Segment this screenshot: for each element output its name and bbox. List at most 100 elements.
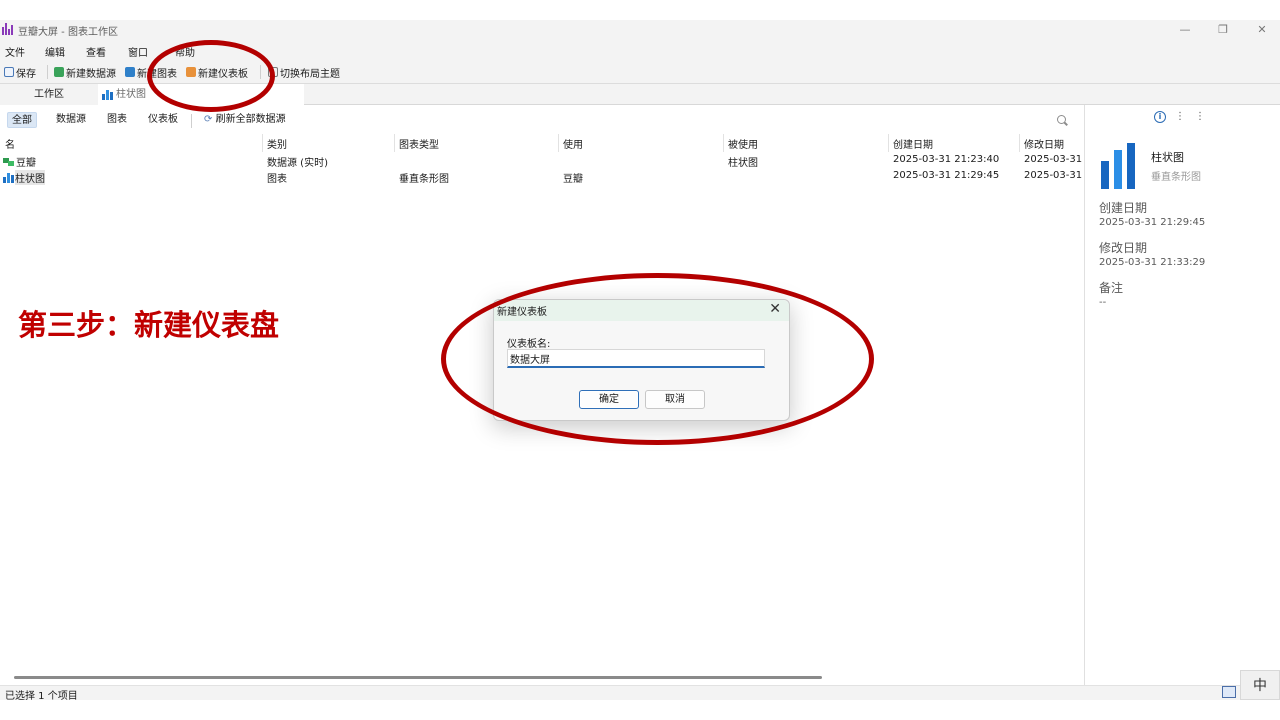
document-tabs: 工作区 柱状图 bbox=[0, 84, 1280, 105]
toolbar-divider bbox=[260, 65, 261, 79]
save-button[interactable]: 保存 bbox=[4, 65, 36, 80]
info-icon[interactable]: i bbox=[1154, 111, 1166, 123]
status-bar: 已选择 1 个项目 bbox=[0, 685, 1280, 702]
row-name: 柱状图 bbox=[15, 170, 45, 185]
bar-chart-icon bbox=[102, 90, 113, 100]
details-panel: i ⋮ ⋮ 柱状图 垂直条形图 创建日期 2025-03-31 21:29:45… bbox=[1085, 105, 1280, 685]
save-label: 保存 bbox=[16, 68, 36, 80]
column-header-modified[interactable]: 修改日期 bbox=[1024, 136, 1064, 151]
dialog-title: 新建仪表板 bbox=[497, 307, 547, 318]
horizontal-scrollbar[interactable] bbox=[14, 676, 822, 679]
row-uses: 豆瓣 bbox=[563, 174, 583, 185]
column-divider[interactable] bbox=[1019, 134, 1020, 152]
column-divider[interactable] bbox=[558, 134, 559, 152]
bar-chart-icon bbox=[3, 172, 14, 183]
row-used-by: 柱状图 bbox=[728, 158, 758, 169]
new-datasource-button[interactable]: 新建数据源 bbox=[54, 65, 116, 80]
tab-chart-label: 柱状图 bbox=[116, 89, 146, 100]
row-created: 2025-03-31 21:29:45 bbox=[893, 170, 1000, 181]
menu-window[interactable]: 窗口 bbox=[128, 44, 148, 59]
created-label: 创建日期 bbox=[1099, 201, 1148, 215]
dialog-header: 新建仪表板 ✕ bbox=[494, 300, 789, 321]
column-divider[interactable] bbox=[394, 134, 395, 152]
switch-theme-label: 切换布局主题 bbox=[280, 68, 340, 80]
dashboard-name-input[interactable] bbox=[507, 349, 765, 368]
row-modified: 2025-03-31 bbox=[1024, 154, 1083, 165]
row-name: 豆瓣 bbox=[16, 158, 36, 169]
datasource-icon bbox=[3, 157, 14, 166]
link-icon[interactable]: ⋮ bbox=[1194, 111, 1206, 123]
tab-bar-chart[interactable]: 柱状图 bbox=[98, 84, 304, 105]
bar-chart-large-icon bbox=[1101, 143, 1135, 189]
new-dashboard-button[interactable]: 新建仪表板 bbox=[186, 65, 248, 80]
menu-view[interactable]: 查看 bbox=[86, 44, 106, 59]
row-category: 图表 bbox=[267, 174, 287, 185]
column-header-chart-type[interactable]: 图表类型 bbox=[399, 136, 439, 151]
refresh-icon: ⟳ bbox=[204, 114, 213, 125]
row-name-cell: 豆瓣 bbox=[3, 154, 36, 169]
row-category: 数据源 (实时) bbox=[267, 158, 328, 169]
filter-divider bbox=[191, 114, 192, 128]
ok-button[interactable]: 确定 bbox=[579, 390, 639, 409]
ime-indicator[interactable]: 中 bbox=[1240, 670, 1280, 700]
menu-file[interactable]: 文件 bbox=[5, 44, 25, 59]
refresh-all-button[interactable]: ⟳ 刷新全部数据源 bbox=[200, 112, 290, 128]
menu-bar: 文件 编辑 查看 窗口 帮助 bbox=[0, 40, 1280, 60]
switch-theme-button[interactable]: 切换布局主题 bbox=[268, 65, 340, 80]
refresh-all-label: 刷新全部数据源 bbox=[215, 114, 286, 125]
row-modified: 2025-03-31 bbox=[1024, 170, 1083, 181]
notes-value: -- bbox=[1099, 297, 1107, 308]
close-window-icon[interactable]: ✕ bbox=[1247, 22, 1277, 38]
filter-dashboard[interactable]: 仪表板 bbox=[144, 112, 182, 128]
detail-item-name: 柱状图 bbox=[1151, 151, 1184, 164]
toolbar: 保存 新建数据源 新建图表 新建仪表板 切换布局主题 bbox=[0, 60, 1280, 84]
row-created: 2025-03-31 21:23:40 bbox=[893, 154, 1000, 165]
theme-icon bbox=[268, 67, 278, 77]
toolbar-divider bbox=[47, 65, 48, 79]
table-row[interactable]: 柱状图 图表 垂直条形图 豆瓣 2025-03-31 21:29:45 2025… bbox=[0, 168, 1084, 185]
dashboard-name-label: 仪表板名: bbox=[507, 339, 551, 350]
detail-item-type: 垂直条形图 bbox=[1151, 172, 1201, 183]
modified-value: 2025-03-31 21:33:29 bbox=[1099, 257, 1206, 268]
cancel-button[interactable]: 取消 bbox=[645, 390, 705, 409]
details-view-icon[interactable] bbox=[1222, 686, 1236, 698]
column-header-name[interactable]: 名 bbox=[5, 136, 15, 151]
restore-icon[interactable]: ❐ bbox=[1208, 22, 1238, 38]
table-row[interactable]: 豆瓣 数据源 (实时) 柱状图 2025-03-31 21:23:40 2025… bbox=[0, 152, 1084, 169]
filter-chart[interactable]: 图表 bbox=[103, 112, 131, 128]
filter-bar: 全部 数据源 图表 仪表板 ⟳ 刷新全部数据源 bbox=[0, 110, 1084, 132]
new-dashboard-icon bbox=[186, 67, 196, 77]
app-logo-icon bbox=[2, 23, 16, 35]
column-header-used-by[interactable]: 被使用 bbox=[728, 136, 758, 151]
column-header-uses[interactable]: 使用 bbox=[563, 136, 583, 151]
new-chart-button[interactable]: 新建图表 bbox=[125, 65, 177, 80]
filter-datasource[interactable]: 数据源 bbox=[52, 112, 90, 128]
new-dashboard-label: 新建仪表板 bbox=[198, 68, 248, 80]
tab-workspace[interactable]: 工作区 bbox=[0, 84, 98, 105]
column-header-category[interactable]: 类别 bbox=[267, 136, 287, 151]
title-bar: 豆瓣大屏 - 图表工作区 — ❐ ✕ bbox=[0, 20, 1280, 40]
new-dashboard-dialog: 新建仪表板 ✕ 仪表板名: 确定 取消 bbox=[493, 299, 790, 421]
column-divider[interactable] bbox=[888, 134, 889, 152]
menu-edit[interactable]: 编辑 bbox=[45, 44, 65, 59]
menu-help[interactable]: 帮助 bbox=[175, 44, 195, 59]
row-chart-type: 垂直条形图 bbox=[399, 174, 449, 185]
new-datasource-label: 新建数据源 bbox=[66, 68, 116, 80]
dependency-icon[interactable]: ⋮ bbox=[1174, 111, 1186, 123]
column-header-created[interactable]: 创建日期 bbox=[893, 136, 933, 151]
table-header: 名 类别 图表类型 使用 被使用 创建日期 修改日期 bbox=[0, 134, 1084, 152]
filter-all[interactable]: 全部 bbox=[7, 112, 37, 128]
new-datasource-icon bbox=[54, 67, 64, 77]
minimize-icon[interactable]: — bbox=[1170, 22, 1200, 38]
column-divider[interactable] bbox=[723, 134, 724, 152]
save-icon bbox=[4, 67, 14, 77]
window-title: 豆瓣大屏 - 图表工作区 bbox=[18, 27, 118, 38]
close-icon[interactable]: ✕ bbox=[769, 301, 781, 317]
column-divider[interactable] bbox=[262, 134, 263, 152]
notes-label: 备注 bbox=[1099, 281, 1124, 295]
search-icon[interactable] bbox=[1057, 115, 1066, 124]
modified-label: 修改日期 bbox=[1099, 241, 1148, 255]
selection-status: 已选择 1 个项目 bbox=[5, 691, 78, 702]
row-name-cell: 柱状图 bbox=[3, 170, 45, 185]
new-chart-label: 新建图表 bbox=[137, 68, 177, 80]
